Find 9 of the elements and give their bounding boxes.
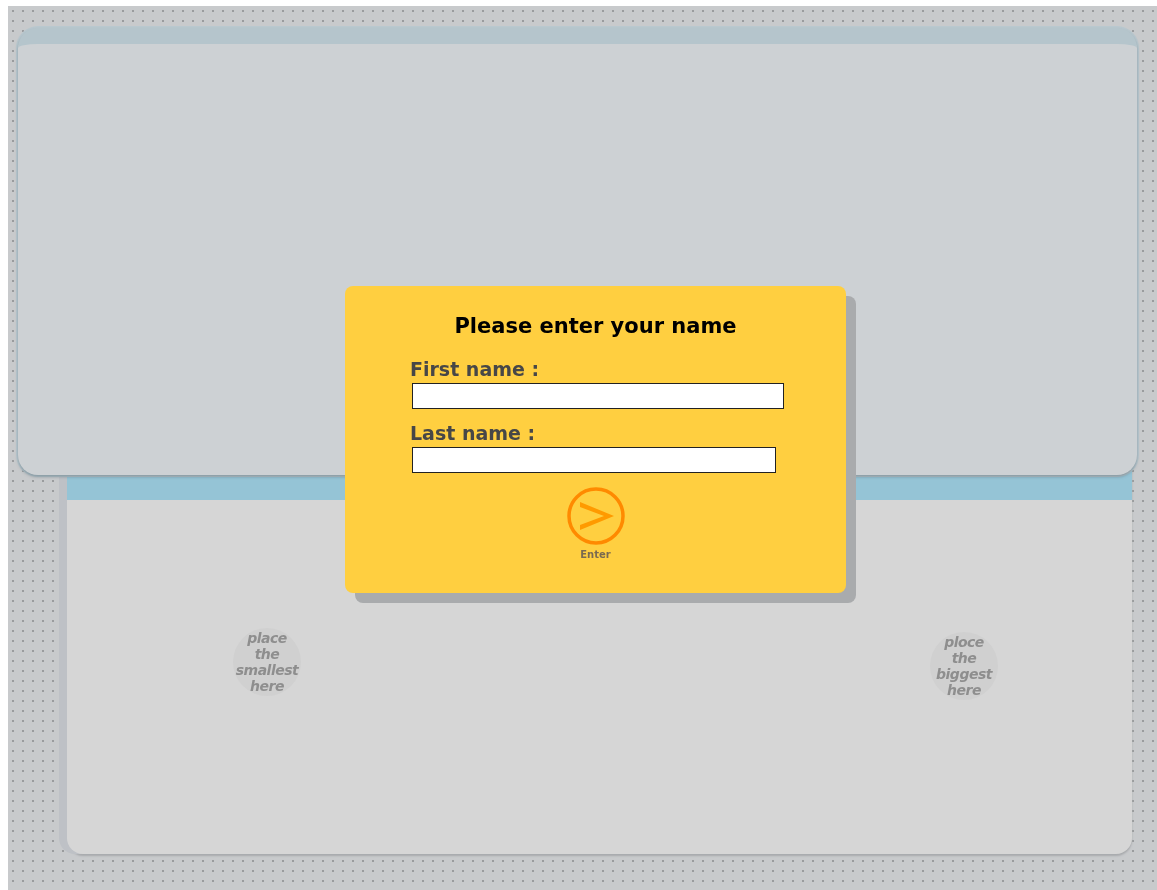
field-label: First name :: [410, 358, 541, 380]
drop-target[interactable]: ploce the biggest here: [930, 632, 998, 700]
dialog-title: Please enter your name: [454, 314, 737, 338]
input-field[interactable]: [412, 447, 776, 473]
drop-target[interactable]: place the smallest here: [233, 628, 301, 696]
input-field[interactable]: [412, 383, 784, 409]
arrow-circle-icon: [565, 486, 626, 546]
enter-button[interactable]: Enter: [565, 486, 626, 560]
field-label: Last name :: [410, 422, 537, 444]
